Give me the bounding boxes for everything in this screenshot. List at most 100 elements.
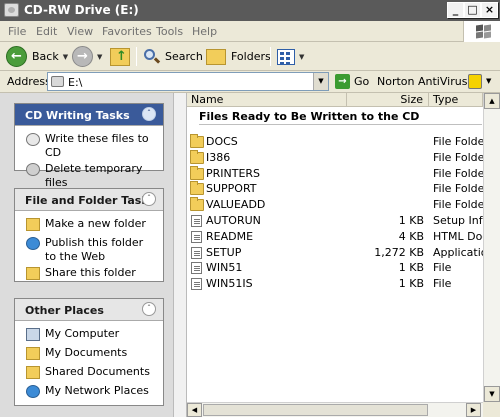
column-header-type[interactable]: Type (429, 93, 483, 107)
file-row[interactable]: README4 KBHTML Document (187, 229, 500, 245)
task-pane: CD Writing Tasks ˆ Write these files to … (0, 93, 173, 417)
file-name: README (206, 229, 254, 243)
folder-icon (190, 149, 204, 164)
standard-toolbar: ← Back ▼ → ▼ ↑ Search Folders ▼ (0, 42, 500, 71)
horizontal-scroll-thumb[interactable] (203, 404, 428, 416)
file-folder-tasks-header[interactable]: File and Folder Tasks ˆ (15, 189, 163, 211)
file-icon (191, 230, 202, 243)
file-row[interactable]: WIN51 1 KB File (187, 260, 500, 276)
task-publish-to-web[interactable]: Publish this folder to the Web (15, 236, 163, 264)
menu-bar: File Edit View Favorites Tools Help (0, 21, 500, 42)
folder-icon (190, 165, 204, 180)
file-size: 1 KB (398, 214, 424, 227)
column-header-name[interactable]: Name (187, 93, 347, 107)
task-write-to-cd[interactable]: Write these files to CD (15, 132, 163, 160)
maximize-button[interactable]: □ (464, 2, 481, 18)
file-row[interactable]: I386 File Folder (187, 149, 500, 166)
folders-button[interactable]: Folders (206, 45, 271, 68)
new-folder-icon (26, 218, 40, 231)
file-name: AUTORUN (206, 214, 261, 227)
file-list-view: Name Size Type Files Ready to Be Written… (187, 93, 500, 417)
norton-dropdown-icon[interactable]: ▼ (486, 77, 491, 85)
folders-label: Folders (231, 50, 271, 63)
menu-edit[interactable]: Edit (36, 25, 57, 38)
file-name: WIN51 (206, 261, 243, 275)
scroll-down-icon[interactable]: ▼ (484, 386, 500, 402)
norton-antivirus-label[interactable]: Norton AntiVirus (377, 75, 467, 88)
norton-icon[interactable] (468, 74, 482, 89)
group-header: Files Ready to Be Written to the CD (199, 110, 420, 123)
scrollbar-corner (483, 402, 500, 417)
back-button[interactable]: ← Back ▼ (6, 45, 68, 68)
back-dropdown-icon[interactable]: ▼ (63, 53, 68, 61)
task-label: Publish this folder to the Web (45, 236, 144, 263)
horizontal-scrollbar[interactable]: ◀ ▶ (187, 402, 483, 417)
delete-temp-icon (26, 163, 40, 176)
file-name: SETUP (206, 245, 242, 259)
menu-favorites[interactable]: Favorites (102, 25, 152, 38)
windows-logo-icon (463, 21, 500, 42)
file-row[interactable]: AUTORUN1 KBSetup Information (187, 213, 500, 229)
menu-file[interactable]: File (8, 25, 26, 38)
file-row[interactable]: WIN51IS 1 KB File (187, 276, 500, 292)
address-input[interactable]: E:\ ▼ (47, 72, 329, 91)
menu-tools[interactable]: Tools (156, 25, 183, 38)
up-folder-button[interactable]: ↑ (110, 45, 130, 68)
back-arrow-icon: ← (6, 46, 27, 67)
other-places-header[interactable]: Other Places ˆ (15, 299, 163, 321)
go-arrow-icon[interactable]: → (335, 74, 350, 89)
file-row[interactable]: VALUEADD File Folder (187, 197, 500, 213)
minimize-button[interactable]: _ (447, 2, 464, 18)
network-places-icon (26, 385, 40, 398)
file-size: 4 KB (398, 229, 424, 243)
views-dropdown-icon[interactable]: ▼ (299, 53, 304, 61)
place-my-documents[interactable]: My Documents (15, 346, 163, 363)
collapse-chevron-icon[interactable]: ˆ (142, 192, 156, 206)
address-dropdown-icon[interactable]: ▼ (313, 73, 328, 90)
my-computer-icon (26, 328, 40, 341)
file-row[interactable]: PRINTERS File Folder (187, 165, 500, 182)
place-label: My Documents (45, 346, 128, 359)
file-row[interactable]: SUPPORT File Folder (187, 181, 500, 197)
drive-icon (51, 76, 64, 87)
file-row[interactable]: DOCS File Folder (187, 134, 500, 150)
task-label: Delete temporary files (45, 162, 143, 189)
toolbar-separator (270, 47, 271, 66)
cd-writing-tasks-header[interactable]: CD Writing Tasks ˆ (15, 104, 163, 126)
views-button[interactable]: ▼ (277, 45, 304, 68)
task-label: Write these files to CD (45, 132, 149, 159)
file-icon (191, 246, 202, 259)
collapse-chevron-icon[interactable]: ˆ (142, 107, 156, 121)
task-delete-temp-files[interactable]: Delete temporary files (15, 162, 163, 190)
place-my-network-places[interactable]: My Network Places (15, 384, 163, 401)
scroll-right-icon[interactable]: ▶ (466, 403, 481, 417)
folder-icon (190, 197, 204, 212)
folders-icon (206, 48, 226, 65)
vertical-scrollbar[interactable]: ▲ ▼ (483, 93, 500, 403)
search-button[interactable]: Search (143, 45, 203, 68)
scroll-left-icon[interactable]: ◀ (187, 403, 202, 417)
file-size: 1,272 KB (374, 245, 424, 259)
menu-view[interactable]: View (67, 25, 93, 38)
forward-dropdown-icon[interactable]: ▼ (97, 53, 102, 61)
file-row[interactable]: SETUP 1,272 KB Application (187, 245, 500, 261)
search-icon (143, 48, 161, 65)
pane-splitter[interactable] (173, 93, 187, 417)
column-header-size[interactable]: Size (347, 93, 429, 107)
task-share-folder[interactable]: Share this folder (15, 266, 163, 283)
address-label: Address (7, 75, 51, 88)
close-button[interactable]: × (481, 2, 498, 18)
forward-arrow-icon: → (72, 46, 93, 67)
title-bar[interactable]: CD-RW Drive (E:) _ □ × (0, 0, 500, 21)
scroll-up-icon[interactable]: ▲ (484, 93, 500, 109)
explorer-window: CD-RW Drive (E:) _ □ × File Edit View Fa… (0, 0, 500, 417)
forward-button[interactable]: → ▼ (72, 45, 102, 68)
task-make-new-folder[interactable]: Make a new folder (15, 217, 163, 234)
file-folder-tasks-panel: File and Folder Tasks ˆ Make a new folde… (14, 188, 164, 282)
go-button[interactable]: Go (354, 75, 369, 88)
place-shared-documents[interactable]: Shared Documents (15, 365, 163, 382)
collapse-chevron-icon[interactable]: ˆ (142, 302, 156, 316)
file-name: VALUEADD (206, 198, 266, 212)
place-my-computer[interactable]: My Computer (15, 327, 163, 344)
menu-help[interactable]: Help (192, 25, 217, 38)
